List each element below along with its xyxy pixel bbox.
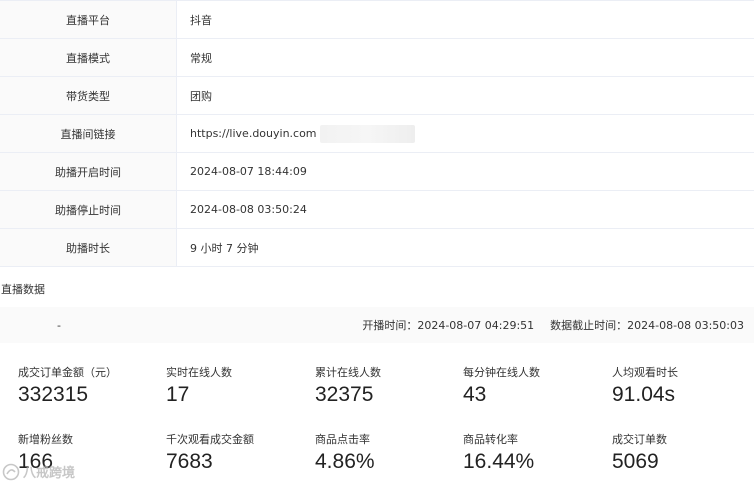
stats-header-dash: - bbox=[57, 318, 61, 332]
info-label: 助播开启时间 bbox=[0, 153, 177, 190]
metric-value: 16.44% bbox=[463, 450, 535, 473]
info-label: 助播时长 bbox=[0, 229, 177, 266]
info-value: 9 小时 7 分钟 bbox=[190, 241, 259, 255]
metric-label: 商品转化率 bbox=[463, 433, 518, 446]
info-value-link: https://live.douyin.com bbox=[177, 115, 754, 152]
info-row-start: 助播开启时间 2024-08-07 18:44:09 bbox=[0, 153, 754, 191]
info-row-type: 带货类型 团购 bbox=[0, 77, 754, 115]
metric-card: 人均观看时长 91.04s bbox=[612, 364, 752, 407]
metric-value: 32375 bbox=[315, 383, 374, 406]
live-info-table: 直播平台 抖音 直播模式 常规 带货类型 团购 直播间链接 https://li… bbox=[0, 0, 754, 267]
info-value: 2024-08-07 18:44:09 bbox=[190, 165, 307, 178]
stats-header: - 开播时间：2024-08-07 04:29:51 数据截止时间：2024-0… bbox=[0, 307, 754, 343]
metric-value: 17 bbox=[166, 383, 190, 406]
live-room-link[interactable]: https://live.douyin.com bbox=[190, 127, 317, 140]
watermark-logo-icon bbox=[2, 463, 20, 480]
info-row-stop: 助播停止时间 2024-08-08 03:50:24 bbox=[0, 191, 754, 229]
metric-value: 7683 bbox=[166, 450, 213, 473]
metric-label: 商品点击率 bbox=[315, 433, 370, 446]
metric-card: 每分钟在线人数 43 bbox=[463, 364, 603, 407]
info-row-link: 直播间链接 https://live.douyin.com bbox=[0, 115, 754, 153]
cutoff-time-value: 2024-08-08 03:50:03 bbox=[627, 319, 744, 332]
page: 直播平台 抖音 直播模式 常规 带货类型 团购 直播间链接 https://li… bbox=[0, 0, 754, 492]
info-value: 团购 bbox=[190, 89, 212, 103]
metric-card: 商品点击率 4.86% bbox=[315, 431, 455, 474]
metric-card: 成交订单金额（元） 332315 bbox=[18, 364, 158, 407]
metric-label: 新增粉丝数 bbox=[18, 433, 73, 446]
metric-value: 5069 bbox=[612, 450, 659, 473]
info-row-duration: 助播时长 9 小时 7 分钟 bbox=[0, 229, 754, 267]
metric-value: 43 bbox=[463, 383, 487, 406]
start-time-label: 开播时间： bbox=[362, 319, 418, 332]
cutoff-time-label: 数据截止时间： bbox=[550, 319, 628, 332]
metric-card: 商品转化率 16.44% bbox=[463, 431, 603, 474]
metrics-grid: 成交订单金额（元） 332315 实时在线人数 17 累计在线人数 32375 … bbox=[0, 343, 754, 492]
stats-time-info: 开播时间：2024-08-07 04:29:51 数据截止时间：2024-08-… bbox=[362, 317, 744, 333]
info-value: 常规 bbox=[190, 51, 212, 65]
info-row-mode: 直播模式 常规 bbox=[0, 39, 754, 77]
start-time: 开播时间：2024-08-07 04:29:51 bbox=[362, 317, 534, 333]
metric-card: 成交订单数 5069 bbox=[612, 431, 752, 474]
info-value: 抖音 bbox=[190, 13, 212, 27]
metric-label: 每分钟在线人数 bbox=[463, 366, 540, 379]
info-label: 直播平台 bbox=[0, 1, 177, 38]
redacted-link-block bbox=[319, 124, 415, 143]
metric-card: 累计在线人数 32375 bbox=[315, 364, 455, 407]
info-label: 直播间链接 bbox=[0, 115, 177, 152]
info-label: 助播停止时间 bbox=[0, 191, 177, 228]
metric-label: 实时在线人数 bbox=[166, 366, 232, 379]
start-time-value: 2024-08-07 04:29:51 bbox=[417, 319, 535, 332]
metric-label: 人均观看时长 bbox=[612, 366, 678, 379]
metric-card: 实时在线人数 17 bbox=[166, 364, 306, 407]
info-value: 2024-08-08 03:50:24 bbox=[190, 203, 307, 216]
section-title: 直播数据 bbox=[1, 283, 45, 296]
metric-label: 千次观看成交金额 bbox=[166, 433, 254, 446]
info-label: 直播模式 bbox=[0, 39, 177, 76]
metric-value: 4.86% bbox=[315, 450, 375, 473]
metric-label: 成交订单金额（元） bbox=[18, 366, 117, 379]
watermark: 八戒跨境 bbox=[2, 462, 75, 481]
metric-value: 91.04s bbox=[612, 383, 676, 406]
info-row-platform: 直播平台 抖音 bbox=[0, 1, 754, 39]
watermark-text: 八戒跨境 bbox=[23, 466, 76, 481]
metric-label: 成交订单数 bbox=[612, 433, 667, 446]
cutoff-time: 数据截止时间：2024-08-08 03:50:03 bbox=[550, 317, 744, 333]
info-label: 带货类型 bbox=[0, 77, 177, 114]
metric-value: 332315 bbox=[18, 383, 89, 406]
metric-label: 累计在线人数 bbox=[315, 366, 381, 379]
metric-card: 千次观看成交金额 7683 bbox=[166, 431, 306, 474]
